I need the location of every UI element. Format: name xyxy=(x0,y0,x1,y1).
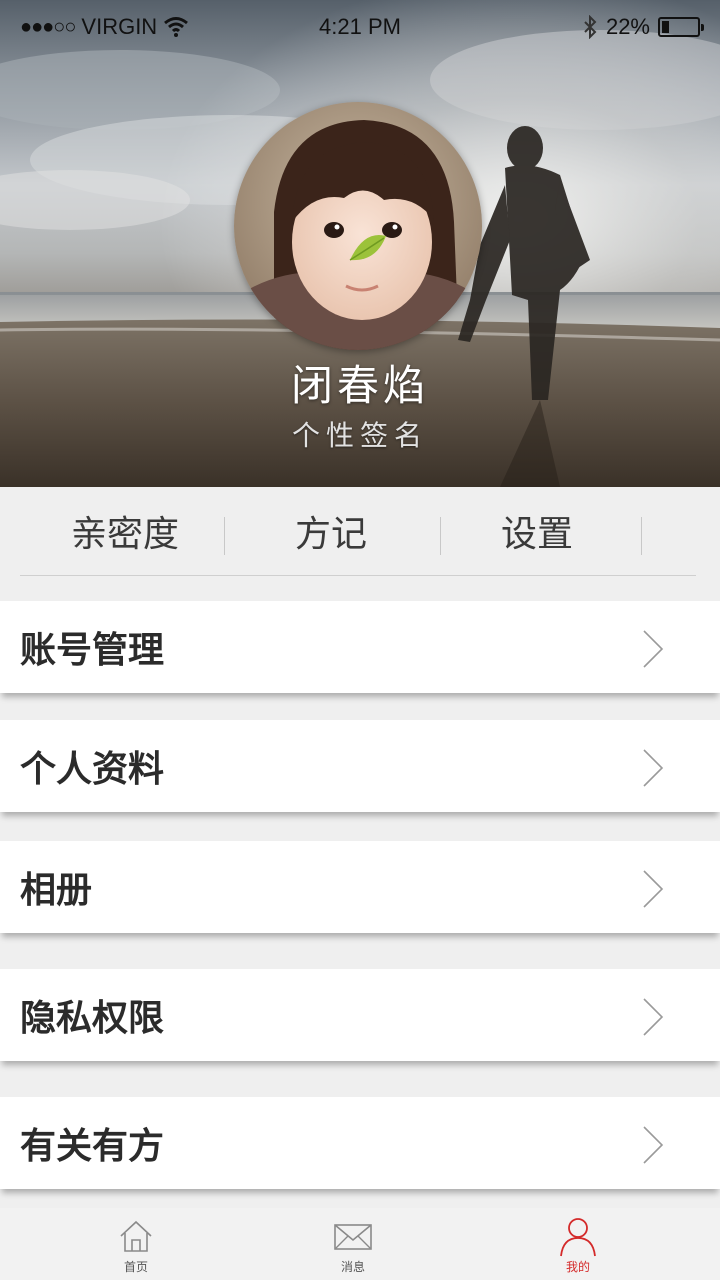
personal-signature[interactable]: 个性签名 xyxy=(0,414,720,454)
tab-home[interactable]: 首页 xyxy=(76,1208,196,1280)
menu-item-privacy[interactable]: 隐私权限 xyxy=(0,969,720,1061)
divider xyxy=(20,575,696,576)
avatar-photo xyxy=(234,102,482,350)
chevron-right-icon xyxy=(643,630,664,668)
divider xyxy=(224,517,225,555)
menu-item-personal-info[interactable]: 个人资料 xyxy=(0,720,720,812)
tab-messages[interactable]: 消息 xyxy=(293,1208,413,1280)
menu-item-label: 账号管理 xyxy=(20,630,165,671)
menu-item-label: 个人资料 xyxy=(20,749,165,790)
profile-header: ●●●○○ VIRGIN 4:21 PM 22% 闭春焰 个性签名 xyxy=(0,0,720,487)
chevron-right-icon xyxy=(643,870,664,908)
tab-me[interactable]: 我的 xyxy=(518,1208,638,1280)
divider xyxy=(641,517,642,555)
person-icon xyxy=(560,1218,596,1257)
menu-item-label: 隐私权限 xyxy=(20,998,165,1039)
tab-label: 我的 xyxy=(565,1260,590,1274)
battery-percentage: 22% xyxy=(605,14,650,39)
battery-level xyxy=(662,21,670,33)
avatar[interactable] xyxy=(234,102,482,350)
chevron-right-icon xyxy=(643,998,664,1036)
tab-label: 消息 xyxy=(340,1260,365,1274)
bottom-tab-bar: 首页 消息 我的 xyxy=(0,1208,720,1280)
bluetooth-icon xyxy=(584,15,597,39)
menu-item-label: 有关有方 xyxy=(20,1126,165,1167)
tab-label: 首页 xyxy=(123,1260,148,1274)
profile-tabs: 亲密度 方记 设置 xyxy=(0,487,720,576)
envelope-icon xyxy=(334,1224,372,1250)
status-bar: ●●●○○ VIRGIN 4:21 PM 22% xyxy=(0,0,720,56)
username: 闭春焰 xyxy=(290,361,429,410)
menu-item-about[interactable]: 有关有方 xyxy=(0,1097,720,1189)
chevron-right-icon xyxy=(643,1126,664,1164)
tab-settings[interactable]: 设置 xyxy=(432,511,642,559)
battery-icon xyxy=(658,17,704,37)
menu-item-account-management[interactable]: 账号管理 xyxy=(0,601,720,693)
home-icon xyxy=(120,1220,152,1252)
menu-item-album[interactable]: 相册 xyxy=(0,841,720,933)
chevron-right-icon xyxy=(643,749,664,787)
tab-intimacy[interactable]: 亲密度 xyxy=(20,511,230,559)
menu-item-label: 相册 xyxy=(20,870,93,911)
tab-notes[interactable]: 方记 xyxy=(226,511,436,559)
